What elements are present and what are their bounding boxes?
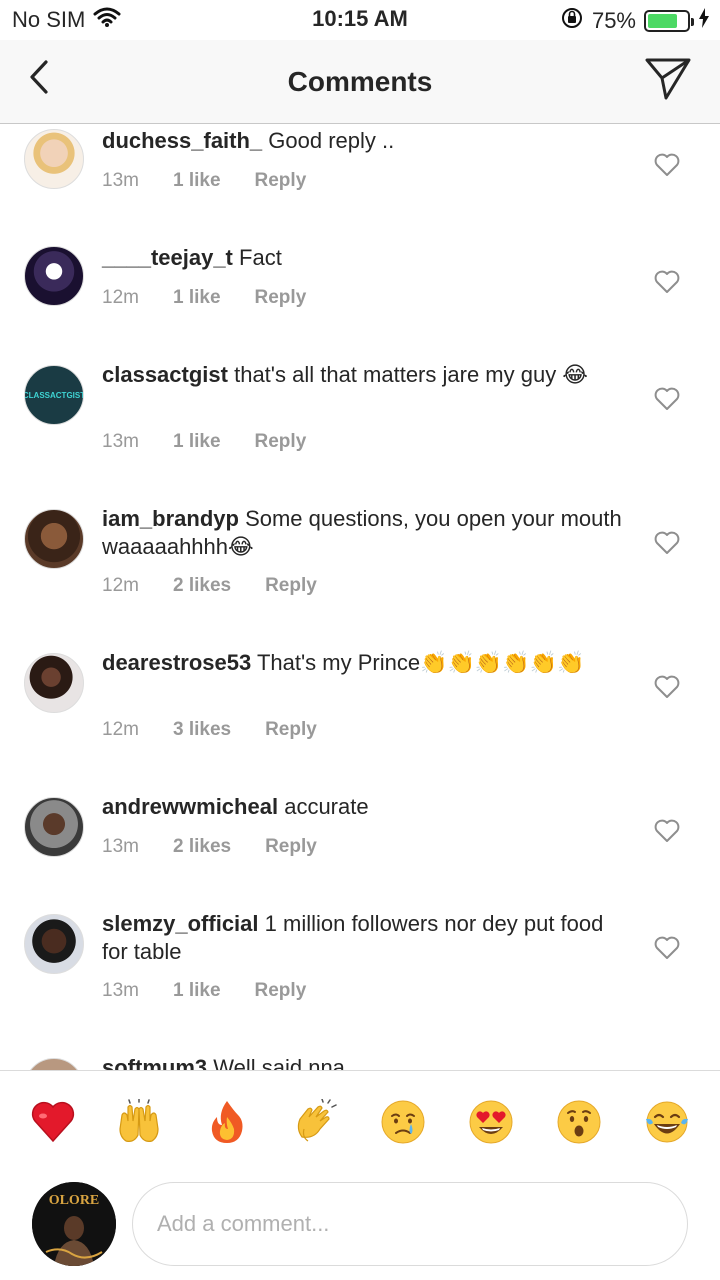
battery-icon	[644, 10, 694, 32]
avatar[interactable]	[24, 914, 84, 974]
charging-icon	[698, 7, 710, 35]
comment-likes[interactable]: 2 likes	[173, 575, 231, 597]
orientation-lock-icon	[560, 6, 584, 36]
emoji-heart-eyes-button[interactable]	[468, 1099, 514, 1145]
heart-icon[interactable]	[654, 675, 680, 699]
comment-likes[interactable]: 1 like	[173, 980, 221, 1002]
comment-likes[interactable]: 2 likes	[173, 836, 231, 858]
heart-icon[interactable]	[654, 270, 680, 294]
reply-button[interactable]: Reply	[255, 431, 307, 453]
comment-time: 12m	[102, 575, 139, 596]
page-title: Comments	[287, 66, 433, 97]
emoji-crying-face-button[interactable]	[380, 1099, 426, 1145]
heart-icon[interactable]	[654, 387, 680, 411]
my-avatar-logo-text: OLORE	[49, 1193, 100, 1208]
comment-username[interactable]: softmum3	[102, 1055, 207, 1070]
comment-username[interactable]: iam_brandyp	[102, 506, 239, 531]
comment-username[interactable]: ____teejay_t	[102, 245, 233, 270]
avatar[interactable]	[24, 246, 84, 306]
battery-fill	[648, 14, 677, 28]
comment-likes[interactable]: 1 like	[173, 431, 221, 453]
reply-button[interactable]: Reply	[255, 287, 307, 309]
comment-username[interactable]: duchess_faith_	[102, 128, 262, 153]
avatar-logo-text: CLASSACTGIST	[24, 390, 84, 400]
comment-time: 13m	[102, 431, 139, 452]
avatar[interactable]	[24, 653, 84, 713]
battery-percent: 75%	[591, 8, 636, 33]
comments-list[interactable]: duchess_faith_ Good reply .. 13m 1 like …	[0, 125, 720, 1070]
heart-icon[interactable]	[654, 153, 680, 177]
comment-username[interactable]: andrewwmicheal	[102, 794, 278, 819]
emoji-raised-hands-button[interactable]	[116, 1098, 162, 1145]
avatar[interactable]	[24, 797, 84, 857]
heart-icon[interactable]	[654, 936, 680, 960]
direct-share-button[interactable]	[644, 56, 692, 102]
comment-time: 12m	[102, 287, 139, 308]
comment-time: 13m	[102, 170, 139, 191]
reply-button[interactable]: Reply	[255, 980, 307, 1002]
comment-body: That's my Prince👏👏👏👏👏👏	[256, 650, 585, 675]
status-bar: No SIM 10:15 AM 75%	[0, 0, 720, 40]
avatar[interactable]: CLASSACTGIST	[24, 365, 84, 425]
reply-button[interactable]: Reply	[255, 170, 307, 192]
reply-button[interactable]: Reply	[265, 836, 317, 858]
comment-input[interactable]	[132, 1182, 688, 1266]
comment-body: Good reply ..	[268, 128, 395, 153]
comment-likes[interactable]: 1 like	[173, 170, 221, 192]
emoji-surprised-face-button[interactable]	[556, 1099, 602, 1145]
comment-time: 12m	[102, 719, 139, 740]
my-avatar[interactable]: OLORE	[32, 1182, 116, 1266]
comment-body: that's all that matters jare my guy 😂	[234, 362, 589, 387]
nav-bar: Comments	[0, 40, 720, 124]
heart-icon[interactable]	[654, 819, 680, 843]
avatar[interactable]	[24, 509, 84, 569]
comment-username[interactable]: slemzy_official	[102, 911, 259, 936]
avatar[interactable]	[24, 129, 84, 189]
avatar[interactable]	[24, 1058, 84, 1070]
comment-body: Well said nna	[213, 1055, 345, 1070]
paper-plane-icon	[645, 58, 691, 100]
emoji-tears-of-joy-button[interactable]	[644, 1099, 690, 1145]
comment-body: Fact	[239, 245, 282, 270]
reply-button[interactable]: Reply	[265, 719, 317, 741]
emoji-heart-button[interactable]	[30, 1099, 76, 1145]
comment-input-row: OLORE	[0, 1174, 720, 1280]
reply-button[interactable]: Reply	[265, 575, 317, 597]
heart-icon[interactable]	[654, 531, 680, 555]
comment-username[interactable]: classactgist	[102, 362, 228, 387]
comment-time: 13m	[102, 836, 139, 857]
emoji-fire-button[interactable]	[204, 1099, 250, 1145]
emoji-quick-bar	[0, 1070, 720, 1174]
comment-likes[interactable]: 1 like	[173, 287, 221, 309]
comment-username[interactable]: dearestrose53	[102, 650, 251, 675]
emoji-clapping-hands-button[interactable]	[292, 1098, 338, 1145]
comment-body: accurate	[284, 794, 369, 819]
comment-time: 13m	[102, 980, 139, 1001]
comment-likes[interactable]: 3 likes	[173, 719, 231, 741]
